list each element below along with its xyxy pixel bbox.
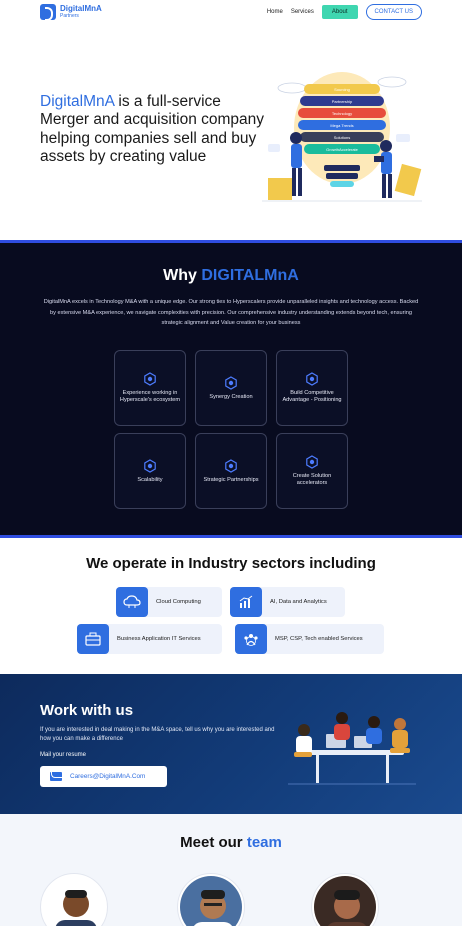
- illus-layer-label: Technology: [332, 111, 352, 116]
- team-title-accent: team: [246, 834, 282, 851]
- nav-home-link[interactable]: Home: [267, 9, 283, 15]
- sector-business-application: Business Application IT Services: [77, 624, 222, 654]
- hexagon-gear-icon: [225, 375, 237, 390]
- page: DigitalMnA Partners Home Services About …: [0, 0, 462, 926]
- careers-email-button[interactable]: Careers@DigitalMnA.Com: [40, 766, 167, 787]
- logo-name: DigitalMnA: [60, 4, 102, 13]
- sector-msp-csp: MSP, CSP, Tech enabled Services: [235, 624, 384, 654]
- why-card-label: Experience working in Hyperscale's ecosy…: [119, 390, 181, 403]
- sector-cloud-computing: Cloud Computing: [116, 587, 222, 617]
- work-with-us-section: Work with us If you are interested in de…: [0, 674, 462, 814]
- logo-subtitle: Partners: [60, 13, 79, 19]
- briefcase-icon: [77, 624, 109, 654]
- why-card: Strategic Partnerships: [195, 433, 267, 509]
- why-card: Scalability: [114, 433, 186, 509]
- why-card-label: Strategic Partnerships: [203, 476, 259, 483]
- hexagon-gear-icon: [144, 458, 156, 473]
- why-card-label: Synergy Creation: [209, 393, 253, 400]
- illus-layer-label: Partnership: [332, 99, 353, 104]
- nav-services-link[interactable]: Services: [291, 9, 314, 15]
- illus-layer-label: Mega Trends: [330, 123, 353, 128]
- illus-layer-label: GrowthAccelerate: [326, 147, 359, 152]
- top-header: DigitalMnA Partners Home Services About …: [0, 0, 462, 28]
- why-card-label: Create Solution accelerators: [292, 473, 332, 486]
- work-description: If you are interested in deal making in …: [40, 727, 275, 742]
- hexagon-gear-icon: [306, 455, 318, 469]
- why-card-label: Build Competitive Advantage - Positionin…: [282, 390, 342, 403]
- person-portrait-icon: [55, 890, 97, 926]
- why-card: Synergy Creation: [195, 350, 267, 426]
- sector-ai-data-analytics: AI, Data and Analytics: [230, 587, 345, 617]
- sector-label: MSP, CSP, Tech enabled Services: [275, 636, 363, 642]
- sectors-title: We operate in Industry sectors including: [86, 555, 376, 572]
- main-nav: Home Services About CONTACT US: [267, 4, 422, 20]
- hexagon-gear-icon: [306, 372, 318, 386]
- person-portrait-icon: [314, 876, 376, 926]
- why-description: DigitalMnA excels in Technology M&A with…: [43, 299, 419, 327]
- careers-email: Careers@DigitalMnA.Com: [70, 773, 146, 780]
- cloud-icon: [116, 587, 148, 617]
- hero-headline: DigitalMnA is a full-service Merger and …: [40, 93, 265, 166]
- mail-icon: [50, 772, 62, 781]
- illus-layer-label: Sourcing: [334, 87, 350, 92]
- team-member-avatar[interactable]: [41, 874, 107, 926]
- work-title: Work with us: [40, 702, 134, 719]
- why-card-label: Scalability: [137, 476, 163, 483]
- why-title-accent: DIGITALMnA: [201, 267, 299, 284]
- hero-brand: DigitalMnA: [40, 93, 115, 110]
- hexagon-gear-icon: [144, 372, 156, 386]
- sector-label: Business Application IT Services: [117, 636, 201, 642]
- mail-resume-label: Mail your resume: [40, 752, 87, 758]
- contact-us-button[interactable]: CONTACT US: [365, 4, 422, 20]
- logo-mark-icon: [40, 4, 56, 21]
- logo[interactable]: DigitalMnA Partners: [40, 4, 102, 21]
- hexagon-gear-icon: [225, 458, 237, 473]
- sector-label: AI, Data and Analytics: [270, 599, 327, 605]
- team-title-prefix: Meet our: [180, 834, 247, 851]
- nav-about-button[interactable]: About: [321, 5, 358, 19]
- team-meeting-illustration: [288, 712, 416, 785]
- team-icon: [235, 624, 267, 654]
- why-card: Experience working in Hyperscale's ecosy…: [114, 350, 186, 426]
- analytics-icon: [230, 587, 262, 617]
- team-title: Meet our team: [0, 834, 462, 851]
- person-portrait-icon: [180, 876, 242, 926]
- why-title: Why DIGITALMnA: [0, 267, 462, 285]
- sector-label: Cloud Computing: [156, 599, 201, 605]
- illus-layer-label: Solutions: [334, 135, 350, 140]
- why-title-prefix: Why: [163, 267, 202, 284]
- why-card: Build Competitive Advantage - Positionin…: [276, 350, 348, 426]
- team-member-avatar[interactable]: [312, 874, 378, 926]
- team-section: Meet our team: [0, 814, 462, 926]
- why-card: Create Solution accelerators: [276, 433, 348, 509]
- why-section: Why DIGITALMnA DigitalMnA excels in Tech…: [0, 240, 462, 538]
- lightbulb-illustration: Sourcing Partnership Technology Mega Tre…: [262, 72, 422, 202]
- team-member-avatar[interactable]: [178, 874, 244, 926]
